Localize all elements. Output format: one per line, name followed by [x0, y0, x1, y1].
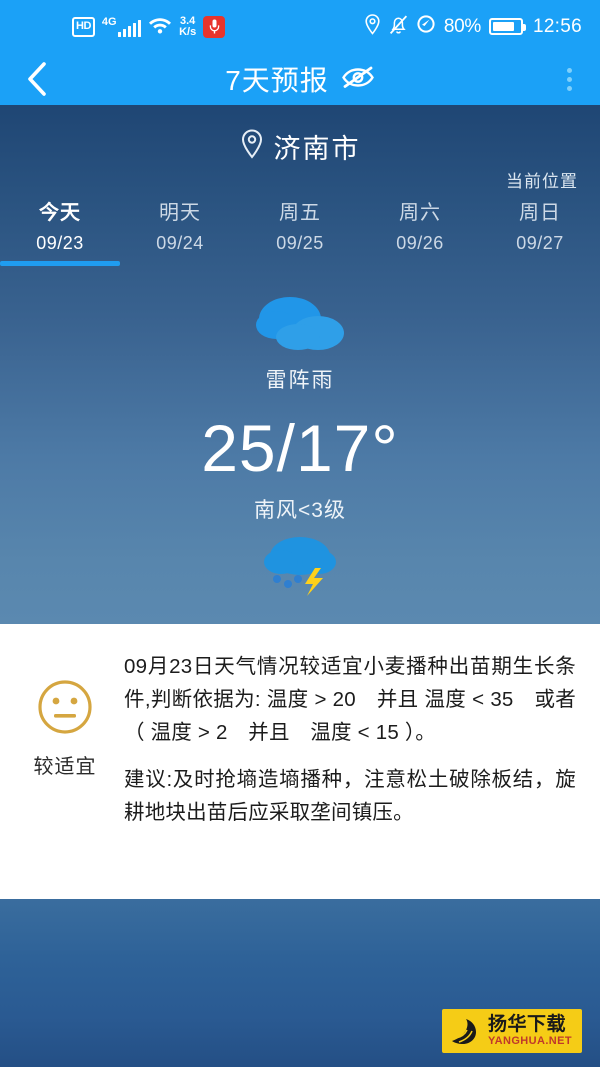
- cloudy-icon: [256, 297, 344, 350]
- sidebar-item-day-3[interactable]: 周六 09/26: [360, 196, 480, 266]
- watermark-cn: 扬华下载: [487, 1014, 566, 1035]
- day-date: 09/24: [156, 233, 204, 253]
- network-speed: 3.4 K/s: [179, 15, 197, 38]
- forecast-panel: 济南市 当前位置 今天 09/23 明天 09/24 周五 09/25 周六 0…: [0, 105, 600, 624]
- bell-muted-icon: [389, 14, 408, 40]
- wifi-icon: [148, 15, 172, 39]
- overflow-menu-icon: [567, 67, 572, 73]
- watermark-text: 扬华下载 YANGHUA.NET: [488, 1015, 572, 1047]
- battery-icon: [488, 18, 526, 35]
- temperature-value: 25/17°: [201, 411, 399, 485]
- status-bar-right: 80% 12:56: [364, 13, 582, 40]
- status-clock: 12:56: [532, 15, 582, 37]
- data-saver-icon: [416, 14, 436, 39]
- detail-icon-wrap: [0, 532, 600, 598]
- speed-unit: K/s: [179, 25, 197, 38]
- advisory-paragraph-1: 09月23日天气情况较适宜小麦播种出苗期生长条件,判断依据为: 温度 > 20 …: [124, 655, 576, 744]
- microphone-icon: [203, 15, 226, 38]
- day-date: 09/25: [276, 233, 324, 253]
- city-name: 济南市: [273, 134, 361, 164]
- status-bar: HD 4G 3.4 K/s 80% 12:56: [0, 0, 600, 53]
- current-location-label: 当前位置: [506, 172, 578, 191]
- advisory-card: 较适宜 09月23日天气情况较适宜小麦播种出苗期生长条件,判断依据为: 温度 >…: [0, 624, 600, 899]
- day-date: 09/27: [516, 233, 564, 253]
- day-name: 明天: [159, 202, 201, 224]
- thunderstorm-rain-icon: [264, 537, 336, 596]
- day-date: 09/26: [396, 233, 444, 253]
- signal-bars-icon: 4G: [101, 15, 142, 37]
- day-name: 周五: [279, 202, 321, 224]
- title-bar: 7天预报: [0, 53, 600, 105]
- active-tab-underline: [0, 261, 120, 266]
- back-button[interactable]: [18, 53, 56, 105]
- advisory-body: 09月23日天气情况较适宜小麦播种出苗期生长条件,判断依据为: 温度 > 20 …: [124, 650, 582, 869]
- sidebar-item-day-1[interactable]: 明天 09/24: [120, 196, 240, 266]
- condition-icon-wrap: [0, 292, 600, 358]
- title-wrap: 7天预报: [225, 59, 375, 99]
- location-pin-icon: [240, 129, 264, 164]
- network-type-label: 4G: [101, 15, 117, 28]
- rating-label: 较适宜: [33, 756, 97, 778]
- status-bar-left: HD 4G 3.4 K/s: [72, 15, 226, 39]
- city-row[interactable]: 济南市: [0, 105, 600, 166]
- day-name: 今天: [39, 202, 81, 224]
- location-pin-icon: [364, 13, 381, 40]
- hd-badge: HD: [72, 16, 95, 37]
- day-tabs: 今天 09/23 明天 09/24 周五 09/25 周六 09/26 周日 0…: [0, 196, 600, 266]
- neutral-face-icon: [38, 680, 92, 734]
- wind-value: 南风<3级: [254, 499, 346, 522]
- chevron-left-icon: [28, 62, 46, 96]
- sidebar-item-day-2[interactable]: 周五 09/25: [240, 196, 360, 266]
- advisory-rating: 较适宜: [10, 650, 120, 869]
- day-date: 09/23: [36, 233, 84, 253]
- condition-text: 雷阵雨: [265, 369, 335, 392]
- advisory-paragraph-2: 建议:及时抢墒造墒播种，注意松土破除板结，旋耕地块出苗后应采取垄间镇压。: [124, 768, 576, 824]
- sidebar-item-day-4[interactable]: 周日 09/27: [480, 196, 600, 266]
- watermark-en: YANGHUA.NET: [487, 1035, 572, 1047]
- day-name: 周日: [519, 202, 561, 224]
- day-name: 周六: [399, 202, 441, 224]
- page-title: 7天预报: [225, 65, 329, 96]
- signal-bars-glyph: [117, 19, 142, 37]
- watermark: 扬华下载 YANGHUA.NET: [441, 1009, 582, 1053]
- yanghua-logo-icon: [451, 1019, 476, 1044]
- sidebar-item-day-0[interactable]: 今天 09/23: [0, 196, 120, 266]
- app-screen: HD 4G 3.4 K/s 80% 12:56 7天预报 济南市 当前位置 今天…: [0, 0, 600, 1067]
- battery-percent: 80%: [443, 15, 481, 37]
- eye-slash-icon[interactable]: [341, 65, 375, 94]
- overflow-menu-button[interactable]: [561, 53, 578, 105]
